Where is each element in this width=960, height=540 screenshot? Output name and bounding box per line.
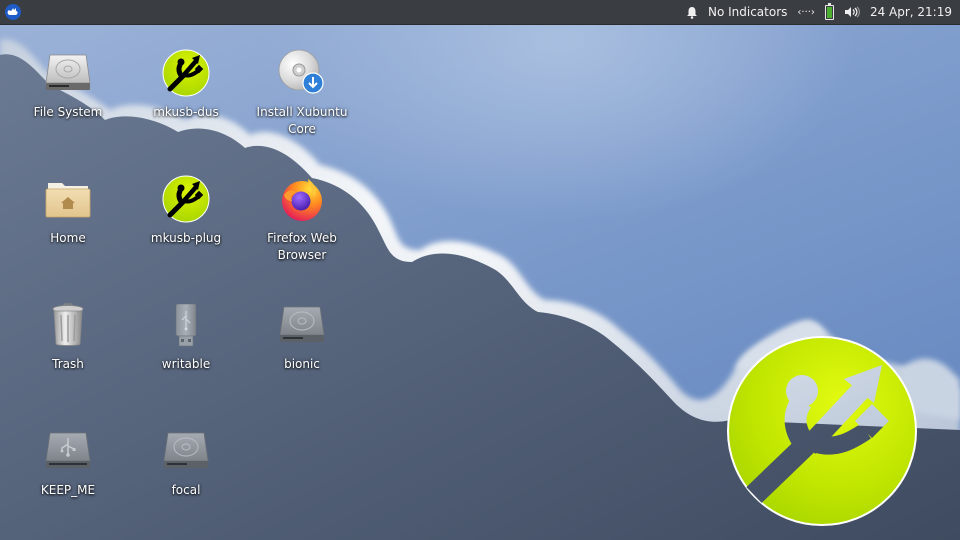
trash-icon <box>42 299 94 351</box>
desktop-icon-writable[interactable]: writable <box>136 299 236 373</box>
network-disconnected-icon[interactable]: ‹···› <box>797 7 815 18</box>
desktop-icon-home[interactable]: Home <box>18 173 118 247</box>
battery-indicator <box>824 2 834 20</box>
hard-drive-icon <box>42 47 94 99</box>
desktop-icon-focal[interactable]: focal <box>136 425 236 499</box>
desktop-icon-firefox[interactable]: Firefox Web Browser <box>252 173 352 264</box>
top-panel: No Indicators ‹···› 24 Apr, 21:19 <box>0 0 960 25</box>
icon-label: Install Xubuntu Core <box>256 105 348 136</box>
desktop-icon-trash[interactable]: Trash <box>18 299 118 373</box>
indicator-status[interactable]: No Indicators <box>708 5 787 19</box>
mkusb-logo <box>726 335 918 527</box>
firefox-icon <box>276 173 328 225</box>
icon-label: focal <box>171 483 201 497</box>
icon-label: mkusb-plug <box>150 231 222 245</box>
mkusb-icon <box>160 173 212 225</box>
battery-full-icon[interactable] <box>824 2 834 20</box>
icon-label: mkusb-dus <box>153 105 219 119</box>
clock[interactable]: 24 Apr, 21:19 <box>870 5 952 19</box>
system-tray: No Indicators ‹···› 24 Apr, 21:19 <box>686 0 960 25</box>
icon-label: bionic <box>284 357 320 371</box>
usb-stick-icon <box>160 299 212 351</box>
desktop-icon-bionic[interactable]: bionic <box>252 299 352 373</box>
xubuntu-whisker-menu-icon[interactable] <box>5 4 21 20</box>
icon-label: File System <box>33 105 103 119</box>
battery-level-fill <box>826 6 832 18</box>
desktop-icon-file-system[interactable]: File System <box>18 47 118 121</box>
icon-label: Firefox Web Browser <box>267 231 337 262</box>
hard-drive-icon <box>160 425 212 477</box>
hard-drive-icon <box>276 299 328 351</box>
mkusb-icon <box>160 47 212 99</box>
desktop-icon-mkusb-dus[interactable]: mkusb-dus <box>136 47 236 121</box>
icon-label: KEEP_ME <box>40 483 96 497</box>
desktop-icon-grid: File System mkusb-dus Install Xubuntu Co… <box>0 25 400 540</box>
desktop-icon-install-xubuntu-core[interactable]: Install Xubuntu Core <box>252 47 352 138</box>
install-cd-icon <box>276 47 328 99</box>
icon-label: Home <box>50 231 86 245</box>
icon-label: Trash <box>52 357 84 371</box>
home-folder-icon <box>42 173 94 225</box>
desktop-icon-mkusb-plug[interactable]: mkusb-plug <box>136 173 236 247</box>
volume-icon[interactable] <box>844 6 860 18</box>
desktop-icon-keep-me[interactable]: KEEP_ME <box>18 425 118 499</box>
icon-label: writable <box>161 357 211 371</box>
usb-drive-icon <box>42 425 94 477</box>
bell-icon[interactable] <box>686 6 698 19</box>
